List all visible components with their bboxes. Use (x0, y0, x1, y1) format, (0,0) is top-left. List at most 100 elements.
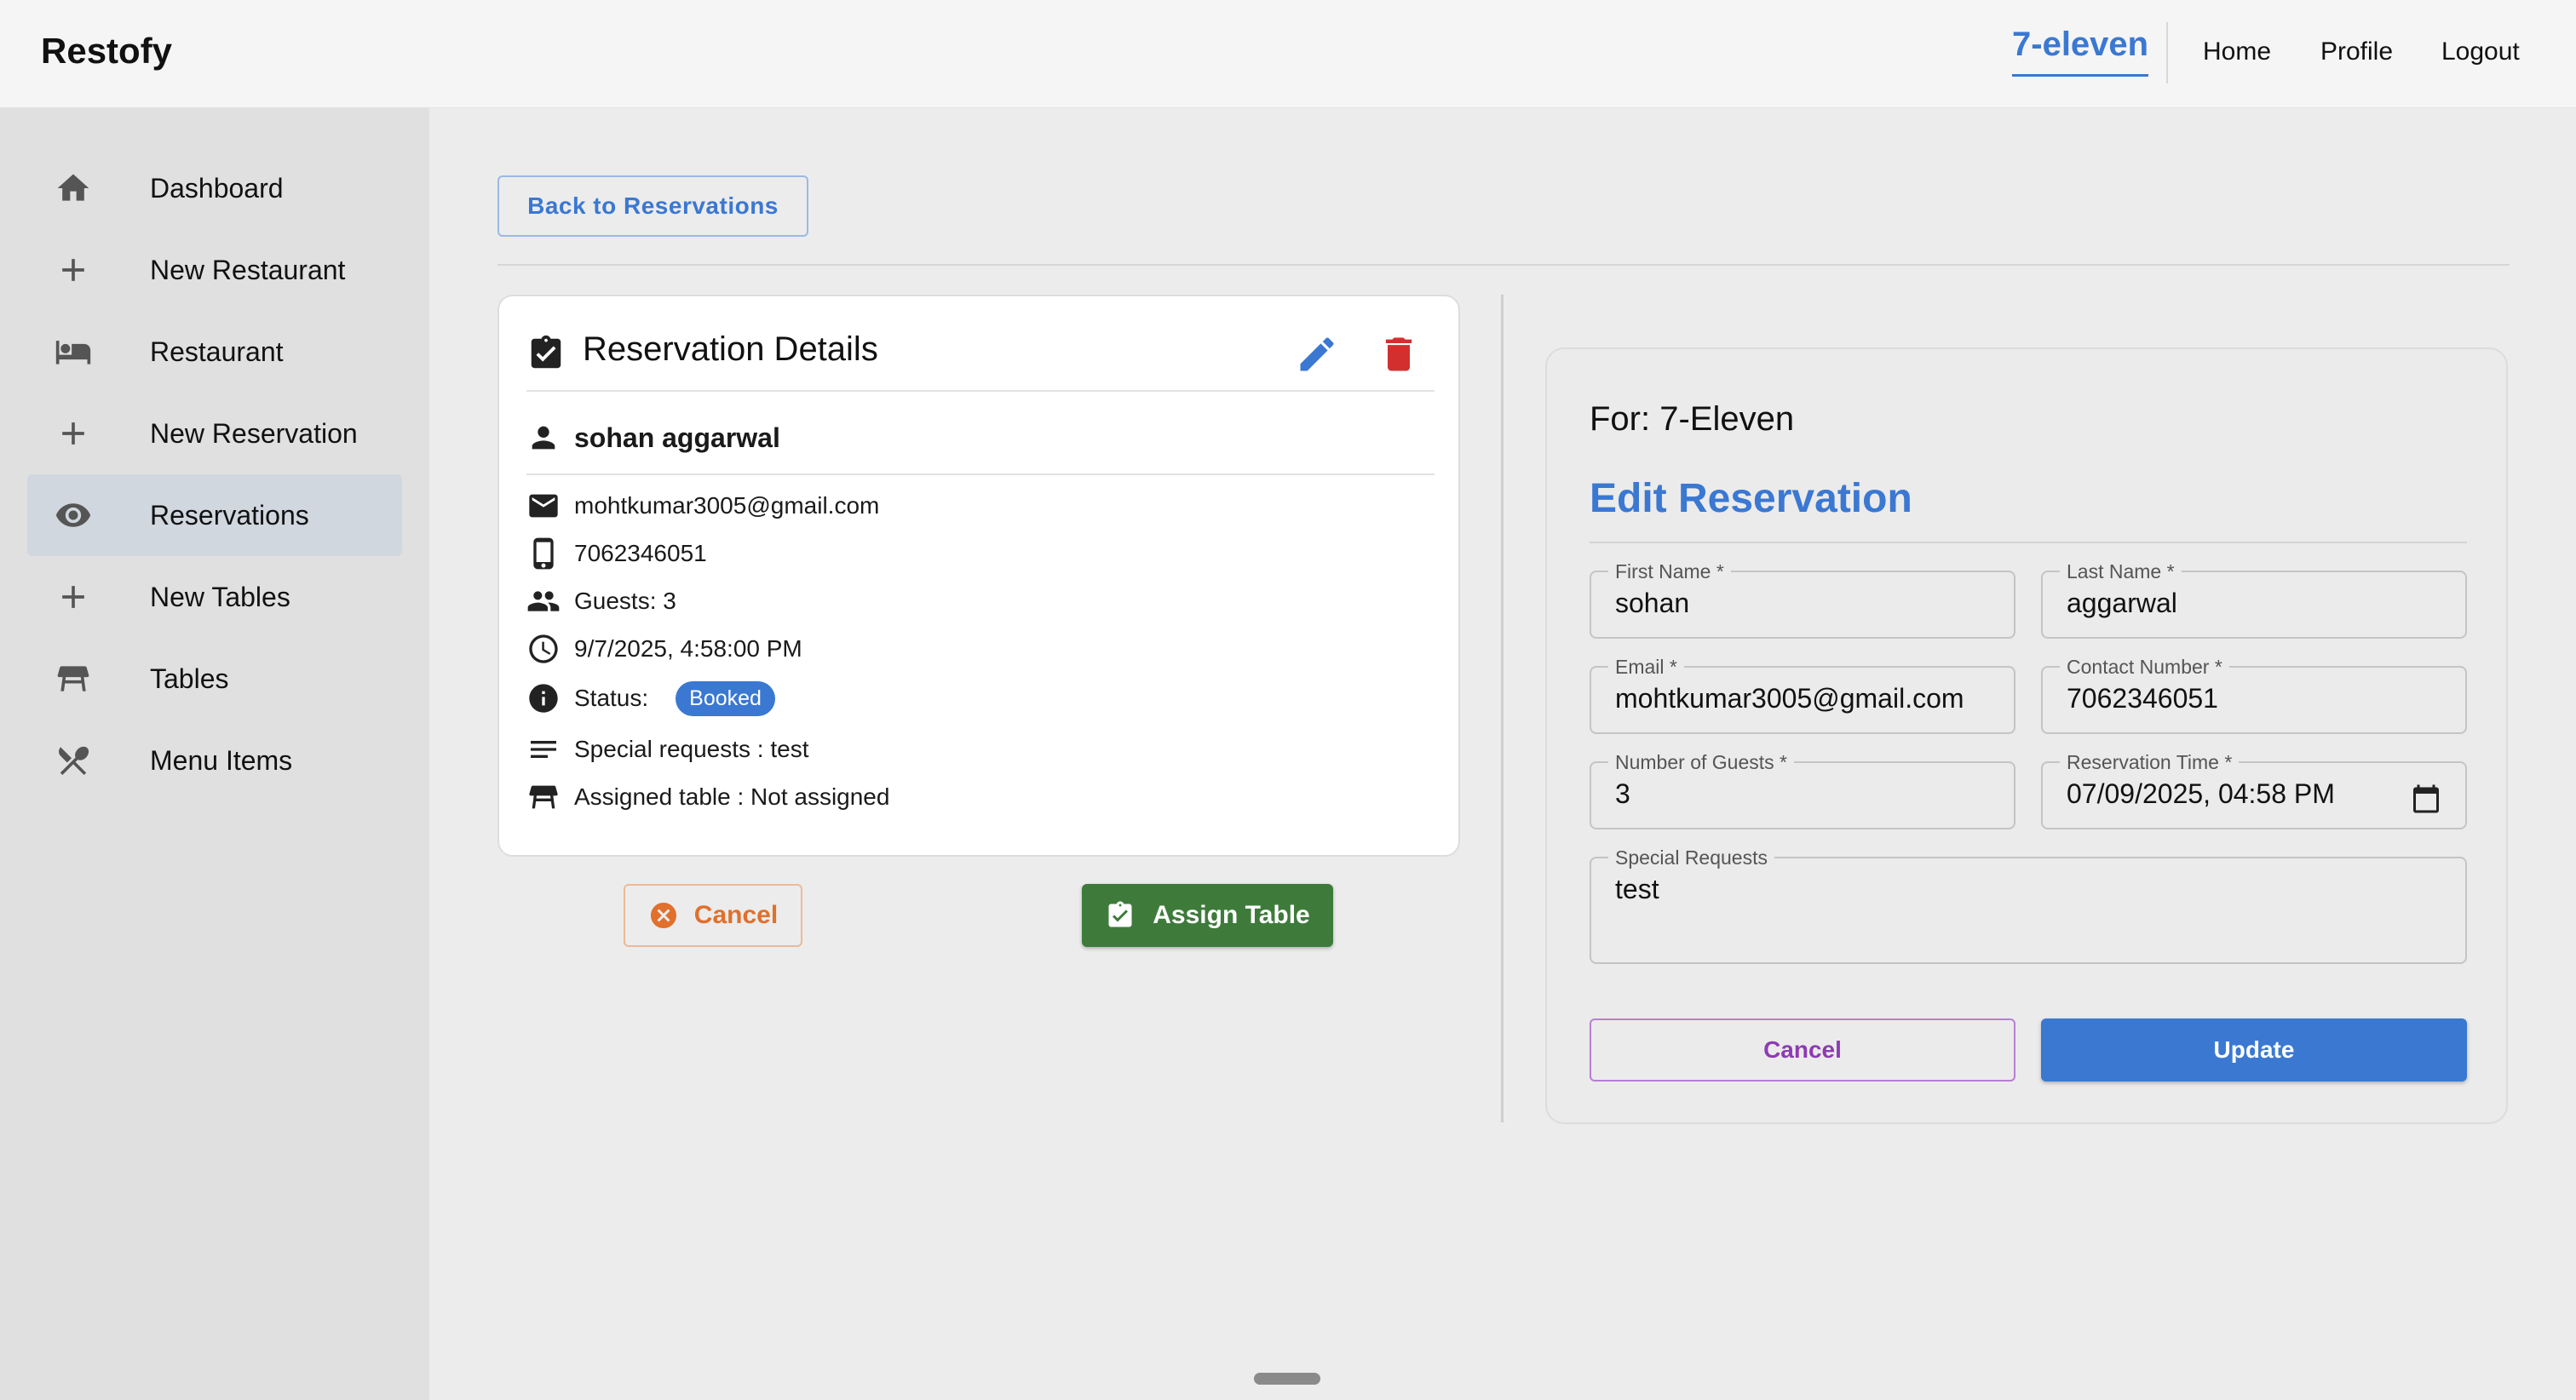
notes-icon (531, 741, 556, 758)
field-value: sohan (1615, 588, 1690, 618)
person-icon (532, 426, 555, 450)
status-row: Status: Booked (526, 680, 775, 717)
top-bar: Restofy 7-eleven Home Profile Logout (0, 0, 2576, 108)
field-value: 7062346051 (2067, 683, 2218, 714)
last-name-field[interactable]: Last Name * aggarwal (2041, 560, 2467, 639)
guest-phone: 7062346051 (574, 540, 707, 566)
sidebar-item-label: New Tables (150, 581, 290, 612)
cancel-label: Cancel (693, 901, 779, 929)
card-divider (526, 390, 1435, 392)
field-label: Last Name * (2060, 560, 2182, 583)
sidebar-item-tables[interactable]: Tables (27, 638, 402, 720)
sidebar: Dashboard New Restaurant Restaurant New … (0, 108, 429, 1400)
sidebar-item-label: Dashboard (150, 172, 284, 204)
plus-icon (62, 259, 84, 281)
form-cancel-button[interactable]: Cancel (1590, 1018, 2015, 1082)
utensils-icon (59, 746, 89, 776)
eye-icon (55, 503, 91, 527)
sidebar-item-label: Menu Items (150, 744, 293, 776)
update-button[interactable]: Update (2041, 1018, 2467, 1082)
assigned-table-text: Assigned table : Not assigned (574, 783, 890, 810)
card-title: Reservation Details (583, 330, 878, 368)
info-icon (529, 684, 558, 713)
field-label: First Name * (1608, 560, 1731, 583)
plus-icon (62, 586, 84, 608)
field-label: Reservation Time * (2060, 751, 2240, 774)
cancel-reservation-button[interactable]: Cancel (624, 884, 802, 947)
sidebar-item-dashboard[interactable]: Dashboard (27, 147, 402, 229)
number-of-guests-field[interactable]: Number of Guests * 3 (1590, 751, 2015, 829)
form-divider (1590, 542, 2467, 543)
sidebar-item-reservations[interactable]: Reservations (27, 474, 402, 556)
table-icon (57, 666, 89, 691)
sidebar-item-label: New Restaurant (150, 254, 346, 285)
nav-restaurant-name[interactable]: 7-eleven (2012, 26, 2149, 77)
plus-icon (62, 422, 84, 445)
field-value: 3 (1615, 778, 1630, 809)
reservation-time-field[interactable]: Reservation Time * 07/09/2025, 04:58 PM (2041, 751, 2467, 829)
scroll-handle[interactable] (1254, 1373, 1320, 1385)
nav-home-link[interactable]: Home (2203, 37, 2271, 66)
sidebar-item-new-tables[interactable]: New Tables (27, 556, 402, 638)
mail-icon (529, 494, 558, 518)
table-icon (529, 785, 558, 809)
phone-icon (533, 537, 554, 570)
nav-profile-link[interactable]: Profile (2320, 37, 2393, 66)
status-badge: Booked (676, 680, 775, 716)
field-value: test (1615, 874, 1659, 904)
sidebar-item-label: New Reservation (150, 417, 358, 449)
special-requests-text: Special requests : test (574, 736, 809, 762)
status-label: Status: (574, 685, 649, 711)
sidebar-item-label: Restaurant (150, 336, 284, 367)
calendar-icon[interactable] (2411, 783, 2441, 814)
field-label: Special Requests (1608, 846, 1774, 869)
edit-icon[interactable] (1295, 332, 1339, 376)
special-requests-row: Special requests : test (526, 731, 808, 768)
cancel-circle-icon (650, 903, 676, 928)
clipboard-check-icon (531, 335, 561, 369)
sidebar-item-label: Tables (150, 663, 229, 694)
assigned-table-row: Assigned table : Not assigned (526, 778, 889, 816)
reservation-datetime: 9/7/2025, 4:58:00 PM (574, 635, 802, 662)
reservation-details-card: Reservation Details sohan aggarwal mohtk… (497, 295, 1460, 857)
nav-divider (2166, 22, 2168, 83)
edit-form-title: Edit Reservation (1590, 476, 1912, 521)
clock-icon (529, 634, 558, 663)
first-name-field[interactable]: First Name * sohan (1590, 560, 2015, 639)
bed-icon (55, 341, 91, 364)
guests-row: Guests: 3 (526, 582, 676, 620)
email-row: mohtkumar3005@gmail.com (526, 487, 879, 525)
back-to-reservations-button[interactable]: Back to Reservations (497, 175, 808, 237)
for-restaurant-label: For: 7-Eleven (1590, 400, 1795, 438)
app-brand[interactable]: Restofy (41, 31, 172, 72)
field-value: aggarwal (2067, 588, 2177, 618)
field-value: mohtkumar3005@gmail.com (1615, 683, 1964, 714)
contact-number-field[interactable]: Contact Number * 7062346051 (2041, 656, 2467, 734)
guest-name: sohan aggarwal (574, 422, 780, 453)
assign-table-button[interactable]: Assign Table (1082, 884, 1333, 947)
vertical-divider (1501, 295, 1504, 1122)
sidebar-item-label: Reservations (150, 499, 309, 531)
email-field[interactable]: Email * mohtkumar3005@gmail.com (1590, 656, 2015, 734)
phone-row: 7062346051 (526, 535, 707, 572)
card-divider (526, 473, 1435, 475)
field-label: Number of Guests * (1608, 751, 1794, 774)
special-requests-field[interactable]: Special Requests test (1590, 846, 2467, 964)
sidebar-item-new-restaurant[interactable]: New Restaurant (27, 229, 402, 311)
divider (497, 264, 2510, 266)
nav-logout-link[interactable]: Logout (2441, 37, 2520, 66)
delete-icon[interactable] (1377, 332, 1421, 376)
people-icon (527, 591, 560, 611)
datetime-row: 9/7/2025, 4:58:00 PM (526, 630, 802, 668)
sidebar-item-menu-items[interactable]: Menu Items (27, 720, 402, 801)
guest-name-row: sohan aggarwal (526, 419, 780, 456)
assign-table-label: Assign Table (1153, 901, 1310, 929)
sidebar-item-restaurant[interactable]: Restaurant (27, 311, 402, 393)
field-value: 07/09/2025, 04:58 PM (2067, 778, 2335, 809)
field-label: Email * (1608, 656, 1684, 679)
guest-count: Guests: 3 (574, 588, 676, 614)
guest-email: mohtkumar3005@gmail.com (574, 492, 880, 519)
sidebar-item-new-reservation[interactable]: New Reservation (27, 393, 402, 474)
home-icon (57, 174, 89, 201)
edit-reservation-panel: For: 7-Eleven Edit Reservation First Nam… (1545, 347, 2508, 1124)
